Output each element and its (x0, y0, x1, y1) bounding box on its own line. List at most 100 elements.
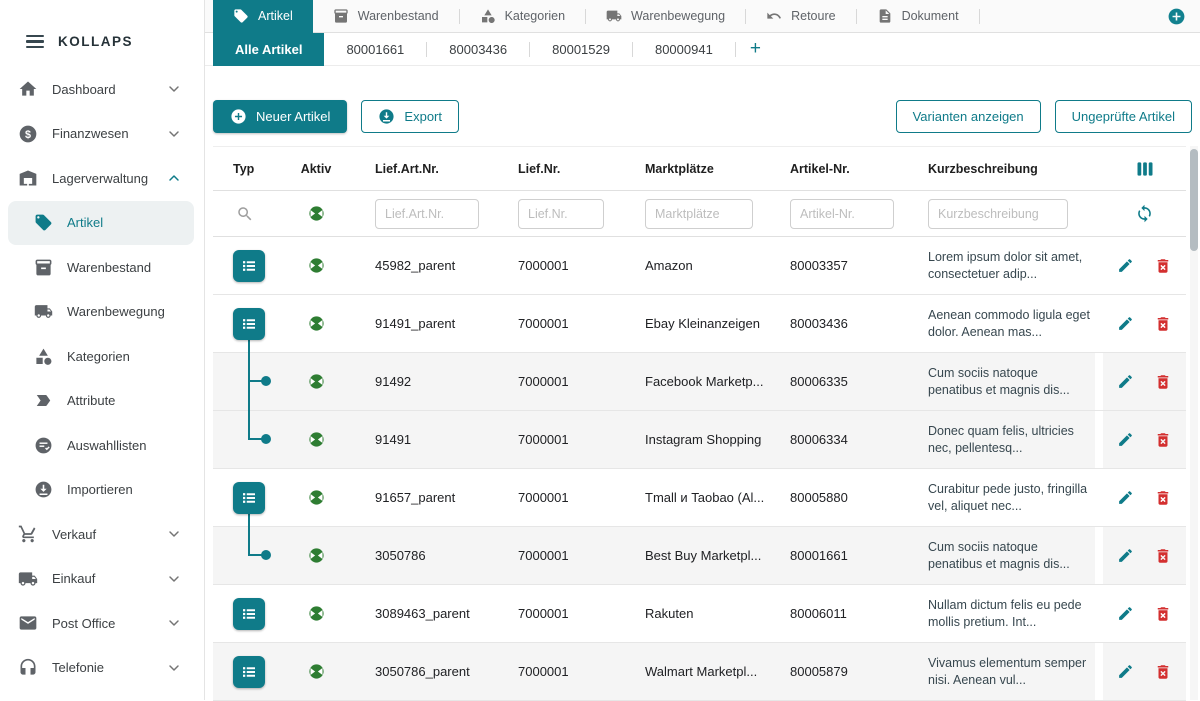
delete-icon[interactable] (1154, 605, 1172, 623)
subtab-article[interactable]: 80001529 (530, 33, 632, 66)
sidebar-item-label: Post Office (52, 616, 115, 631)
table-row[interactable]: 91491_parent 7000001 Ebay Kleinanzeigen … (213, 295, 1186, 353)
tab-label: Dokument (902, 9, 959, 23)
cell-lief-nr: 7000001 (499, 295, 626, 352)
show-variants-button[interactable]: Varianten anzeigen (896, 100, 1041, 133)
delete-icon[interactable] (1154, 663, 1172, 681)
sidebar-item-finanzwesen[interactable]: Finanzwesen (0, 112, 204, 157)
delete-icon[interactable] (1154, 489, 1172, 507)
sidebar-item-verkauf[interactable]: Verkauf (0, 512, 204, 557)
edit-icon[interactable] (1117, 605, 1134, 622)
edit-icon[interactable] (1117, 431, 1134, 448)
edit-icon[interactable] (1117, 547, 1134, 564)
active-status-icon (308, 373, 325, 390)
expand-list-icon[interactable] (233, 308, 265, 340)
tab-divider (979, 9, 980, 24)
table-row[interactable]: 3089463_parent 7000001 Rakuten 80006011 … (213, 585, 1186, 643)
sidebar-item-label: Lagerverwaltung (52, 171, 148, 186)
sidebar-subitem-warenbestand[interactable]: Warenbestand (0, 245, 204, 290)
tab-warenbewegung[interactable]: Warenbewegung (586, 0, 745, 33)
tree-node-dot (261, 550, 271, 560)
sidebar-item-dashboard[interactable]: Dashboard (0, 67, 204, 112)
sidebar-subitem-attribute[interactable]: Attribute (0, 379, 204, 424)
active-filter-icon[interactable] (308, 205, 325, 222)
sidebar-subitem-warenbewegung[interactable]: Warenbewegung (0, 290, 204, 335)
sidebar-item-post-office[interactable]: Post Office (0, 601, 204, 646)
expand-list-icon[interactable] (233, 250, 265, 282)
filter-artikel-nr-input[interactable] (790, 199, 894, 229)
cell-marktplatz: Walmart Marketpl... (626, 643, 771, 700)
expand-list-icon[interactable] (233, 656, 265, 688)
table-row[interactable]: 45982_parent 7000001 Amazon 80003357 Lor… (213, 237, 1186, 295)
column-settings-icon[interactable] (1135, 159, 1155, 179)
cell-marktplatz: Ebay Kleinanzeigen (626, 295, 771, 352)
tab-kategorien[interactable]: Kategorien (460, 0, 585, 33)
edit-icon[interactable] (1117, 489, 1134, 506)
delete-icon[interactable] (1154, 431, 1172, 449)
edit-icon[interactable] (1117, 257, 1134, 274)
table-row[interactable]: 91491 7000001 Instagram Shopping 8000633… (213, 411, 1186, 469)
delete-icon[interactable] (1154, 373, 1172, 391)
subtab-alle-artikel[interactable]: Alle Artikel (213, 33, 324, 66)
main-tabstrip: Artikel Warenbestand Kategorien Warenbew… (205, 0, 1200, 33)
truck-icon (34, 302, 53, 321)
filter-lief-nr-input[interactable] (518, 199, 604, 229)
add-tab-icon[interactable] (1167, 7, 1186, 26)
cell-lief-art-nr: 91657_parent (355, 469, 499, 526)
add-article-tab-icon[interactable]: + (736, 38, 775, 60)
subtab-article[interactable]: 80000941 (633, 33, 735, 66)
active-status-icon (308, 431, 325, 448)
filter-lief-art-nr-input[interactable] (375, 199, 479, 229)
edit-icon[interactable] (1117, 663, 1134, 680)
export-button[interactable]: Export (361, 100, 459, 133)
tab-warenbestand[interactable]: Warenbestand (313, 0, 459, 33)
delete-icon[interactable] (1154, 315, 1172, 333)
header-lief-nr: Lief.Nr. (499, 147, 626, 190)
subtab-article[interactable]: 80001661 (324, 33, 426, 66)
filter-kurzbeschreibung-input[interactable] (928, 199, 1068, 229)
table-row[interactable]: 3050786 7000001 Best Buy Marketpl... 800… (213, 527, 1186, 585)
expand-list-icon[interactable] (233, 482, 265, 514)
sidebar-subitem-label: Artikel (67, 215, 103, 230)
vertical-scrollbar-thumb[interactable] (1190, 149, 1198, 251)
button-label: Ungeprüfte Artikel (1072, 109, 1175, 124)
chevron-down-icon (166, 615, 182, 631)
sidebar-subitem-importieren[interactable]: Importieren (0, 468, 204, 513)
sidebar-item-telefonie[interactable]: Telefonie (0, 646, 204, 691)
delete-icon[interactable] (1154, 257, 1172, 275)
sidebar-item-einkauf[interactable]: Einkauf (0, 557, 204, 602)
app-logo: KOLLAPS (58, 34, 133, 49)
sidebar-item-lagerverwaltung[interactable]: Lagerverwaltung (0, 156, 204, 201)
cart-icon (18, 524, 38, 544)
sidebar-subitem-kategorien[interactable]: Kategorien (0, 334, 204, 379)
sidebar-subitem-label: Importieren (67, 482, 133, 497)
delete-icon[interactable] (1154, 547, 1172, 565)
article-tabstrip: Alle Artikel 80001661 80003436 80001529 … (205, 33, 1200, 66)
home-icon (18, 79, 38, 99)
search-icon[interactable] (236, 205, 254, 223)
cell-lief-art-nr: 91492 (355, 353, 499, 410)
cell-lief-art-nr: 3050786_parent (355, 643, 499, 700)
sidebar-item-label: Telefonie (52, 660, 104, 675)
tree-connector (248, 526, 250, 555)
table-row[interactable]: 91657_parent 7000001 Tmall и Taobao (Al.… (213, 469, 1186, 527)
unchecked-articles-button[interactable]: Ungeprüfte Artikel (1055, 100, 1192, 133)
sidebar-subitem-artikel[interactable]: Artikel (8, 201, 194, 246)
sidebar-subitem-label: Auswahllisten (67, 438, 147, 453)
subtab-article[interactable]: 80003436 (427, 33, 529, 66)
hamburger-menu-icon[interactable] (26, 35, 44, 49)
expand-list-icon[interactable] (233, 598, 265, 630)
dollar-icon (18, 124, 38, 144)
tab-label: Warenbestand (358, 9, 439, 23)
sidebar-subitem-auswahllisten[interactable]: Auswahllisten (0, 423, 204, 468)
filter-marktplaetze-input[interactable] (645, 199, 753, 229)
refresh-icon[interactable] (1135, 204, 1154, 223)
new-article-button[interactable]: Neuer Artikel (213, 100, 347, 133)
table-row[interactable]: 3050786_parent 7000001 Walmart Marketpl.… (213, 643, 1186, 701)
table-row[interactable]: 91492 7000001 Facebook Marketp... 800063… (213, 353, 1186, 411)
tab-retoure[interactable]: Retoure (746, 0, 855, 33)
tab-artikel[interactable]: Artikel (213, 0, 313, 33)
edit-icon[interactable] (1117, 315, 1134, 332)
tab-dokument[interactable]: Dokument (857, 0, 979, 33)
edit-icon[interactable] (1117, 373, 1134, 390)
